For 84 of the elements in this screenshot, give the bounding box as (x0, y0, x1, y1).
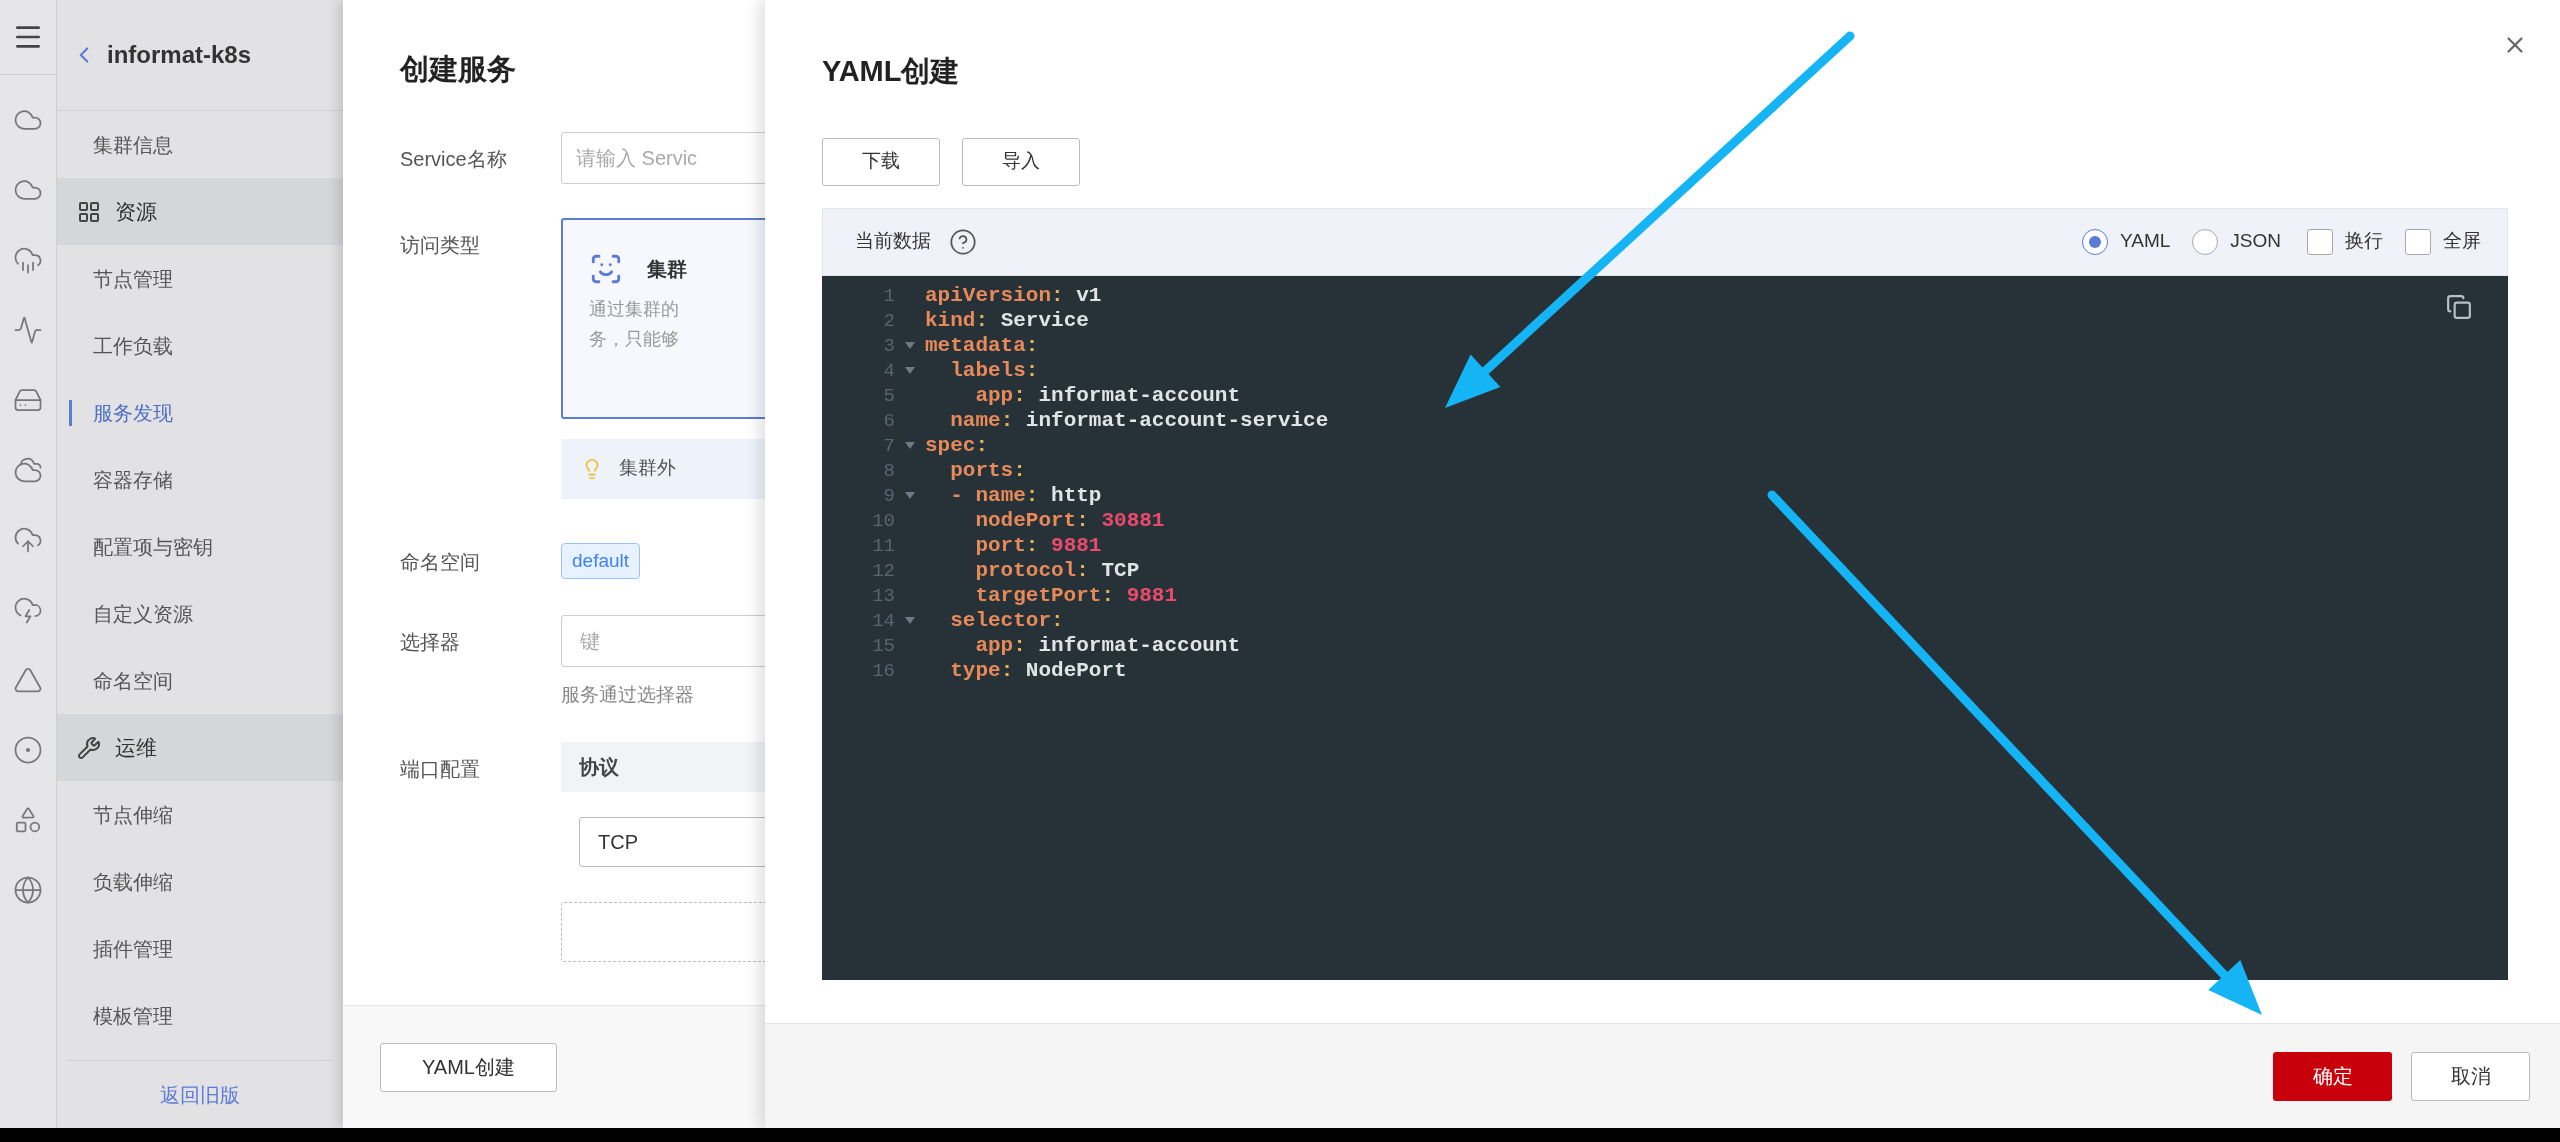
code-line: app: informat-account (974, 633, 1241, 660)
wave-icon[interactable] (13, 315, 43, 345)
card-description: 通过集群的 (589, 297, 680, 321)
action-button[interactable]: 导入 (962, 137, 1080, 186)
confirm-button[interactable]: 确定 (2273, 1051, 2392, 1101)
card-title: 集群 (647, 256, 687, 282)
placeholder-text: 键 (580, 629, 600, 654)
circle-icon[interactable] (13, 735, 43, 765)
cloud-icon[interactable] (13, 455, 43, 485)
sidebar-item[interactable]: 负载伸缩 (93, 866, 173, 897)
return-link[interactable]: 返回旧版 (160, 1079, 240, 1110)
cancel-button[interactable]: 取消 (2411, 1051, 2530, 1101)
field-label: 端口配置 (400, 757, 480, 780)
dialog-title: YAML创建 (822, 55, 960, 87)
selector-hint: 服务通过选择器 (561, 683, 695, 707)
code-line: selector: (949, 608, 1064, 635)
code-line: metadata: (925, 333, 1039, 360)
sidebar-title: informat-k8s (107, 40, 252, 70)
radio-label: JSON (2230, 229, 2281, 254)
sidebar-item[interactable]: 模板管理 (93, 1000, 173, 1031)
menu-group-header[interactable]: 运维 (57, 714, 343, 781)
fold-caret-icon[interactable] (905, 617, 915, 625)
sidebar-item[interactable]: 插件管理 (93, 933, 173, 964)
shapes-icon[interactable] (13, 805, 43, 835)
triangle-icon[interactable] (13, 665, 43, 695)
column-header: 协议 (579, 754, 619, 780)
radio-button[interactable] (2081, 228, 2108, 255)
code-line: name: informat-account-service (949, 408, 1329, 435)
fold-caret-icon[interactable] (905, 492, 915, 500)
checkbox[interactable] (2405, 228, 2431, 255)
code-line: type: NodePort (949, 658, 1127, 685)
code-line: kind: Service (925, 308, 1089, 335)
panel-title: 创建服务 (400, 53, 516, 85)
action-button[interactable]: 下载 (822, 137, 940, 186)
group-label: 资源 (115, 198, 157, 225)
code-line: ports: (949, 458, 1026, 485)
code-line: apiVersion: v1 (925, 283, 1102, 310)
sidebar-item[interactable]: 命名空间 (93, 665, 173, 696)
grid-icon (77, 199, 101, 224)
sidebar-item[interactable]: 配置项与密钥 (93, 531, 213, 562)
radio-button[interactable] (2192, 228, 2219, 255)
checkbox-label: 全屏 (2443, 229, 2481, 254)
sidebar-item[interactable]: 容器存储 (93, 464, 173, 495)
cloud-upload-icon[interactable] (13, 525, 43, 555)
editor-label: 当前数据 (855, 229, 931, 254)
checkbox[interactable] (2307, 228, 2333, 255)
menu-group-header[interactable]: 资源 (57, 178, 343, 245)
fold-caret-icon[interactable] (905, 342, 915, 350)
globe-icon[interactable] (13, 875, 43, 905)
sidebar-item[interactable]: 自定义资源 (93, 598, 193, 629)
sidebar-item[interactable]: 服务发现 (93, 397, 173, 428)
help-icon[interactable] (949, 227, 977, 256)
code-line: app: informat-account (974, 383, 1241, 410)
cloud-icon[interactable] (13, 595, 43, 625)
wrench-icon (77, 735, 101, 760)
group-label: 运维 (115, 734, 157, 761)
code-line: labels: (949, 358, 1039, 385)
field-label: 命名空间 (400, 550, 480, 573)
sidebar-item[interactable]: 节点伸缩 (93, 799, 173, 830)
card-description: 务，只能够 (589, 327, 680, 351)
placeholder-text: 请输入 Servic (576, 145, 698, 171)
access-type-card[interactable]: 集群 通过集群的 务，只能够 (561, 217, 765, 419)
sidebar-item[interactable]: 节点管理 (93, 263, 173, 294)
code-line: port: 9881 (974, 533, 1102, 560)
sidebar-item[interactable]: 工作负载 (93, 330, 173, 361)
tip-text: 集群外 (619, 456, 676, 481)
code-line: spec: (925, 433, 989, 460)
checkbox-label: 换行 (2345, 229, 2383, 254)
namespace-tag: default (561, 542, 641, 579)
code-line: - name: http (949, 483, 1102, 510)
code-line: protocol: TCP (974, 558, 1140, 585)
radio-label: YAML (2119, 229, 2171, 254)
sidebar-item[interactable]: 集群信息 (93, 129, 173, 160)
fold-caret-icon[interactable] (905, 367, 915, 375)
field-label: 选择器 (400, 631, 460, 653)
copy-icon[interactable] (2446, 293, 2472, 320)
fold-caret-icon[interactable] (905, 442, 915, 450)
select-value: TCP (598, 829, 638, 855)
cloud-icon[interactable] (13, 245, 43, 275)
field-label: 访问类型 (400, 233, 480, 256)
yaml-create-button[interactable]: YAML创建 (380, 1042, 557, 1092)
field-label: Service名称 (400, 147, 507, 170)
code-line: nodePort: 30881 (974, 508, 1165, 535)
code-line: targetPort: 9881 (974, 583, 1178, 610)
